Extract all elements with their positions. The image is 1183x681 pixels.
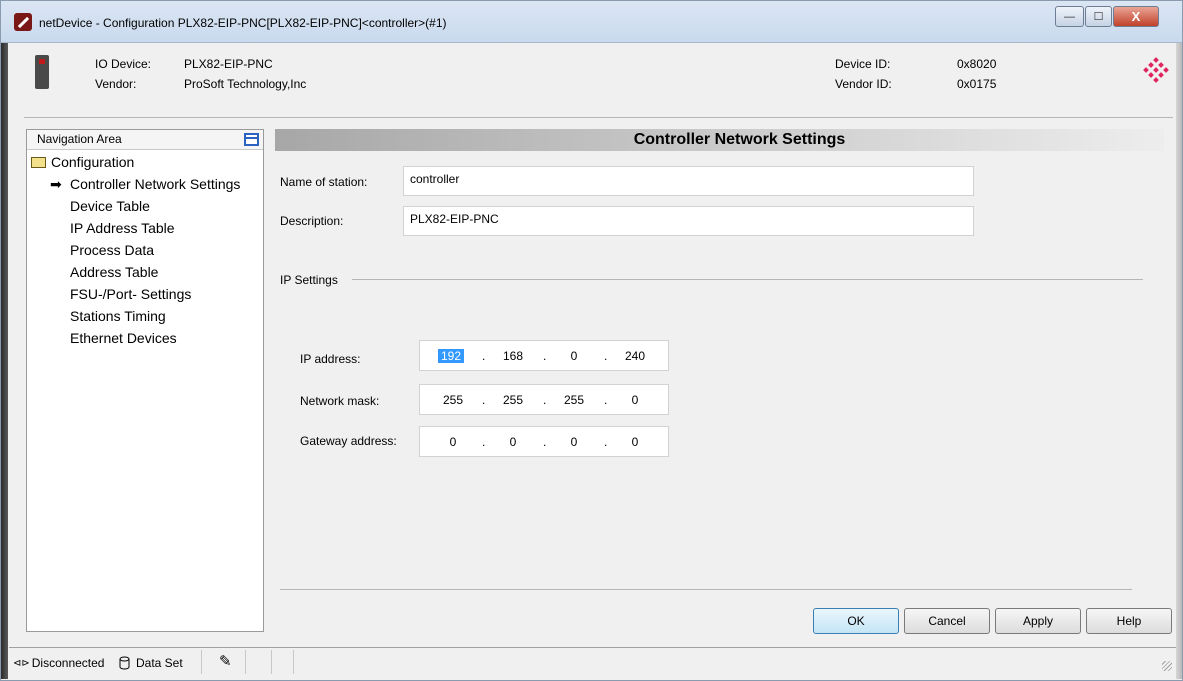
octet-dot: . [543,435,547,449]
gateway-octet[interactable]: 0 [498,435,528,449]
tree-item-ethernet-devices[interactable]: Ethernet Devices [70,330,177,346]
octet-dot: . [482,349,486,363]
header-divider [24,117,1173,118]
status-divider [271,650,272,674]
client-area: IO Device: PLX82-EIP-PNC Vendor: ProSoft… [9,43,1176,679]
octet-dot: . [543,393,547,407]
navigation-header: Navigation Area [27,130,263,150]
navigation-area: Navigation Area Configuration ➡ Controll… [26,129,264,632]
selected-arrow-icon: ➡ [50,176,62,192]
gateway-octet[interactable]: 0 [438,435,468,449]
tree-item-process-data[interactable]: Process Data [70,242,154,258]
tree-root-label: Configuration [51,154,135,170]
app-wrench-icon[interactable] [14,13,32,31]
vendor-id-value: 0x0175 [957,77,997,91]
name-of-station-input[interactable]: controller [403,166,974,196]
ok-button[interactable]: OK [813,608,899,634]
vendor-id-label: Vendor ID: [835,77,892,91]
gateway-octet[interactable]: 0 [559,435,589,449]
octet-dot: . [482,393,486,407]
tree-item-device-table[interactable]: Device Table [70,198,150,214]
ip-settings-group-label: IP Settings [280,273,338,287]
status-divider [201,650,202,674]
device-thumbnail-icon [35,55,49,89]
ip-octet[interactable]: 240 [620,349,650,363]
status-divider [245,650,246,674]
octet-dot: . [543,349,547,363]
resize-grip-icon[interactable] [1162,661,1172,671]
buttons-divider [280,589,1132,590]
mask-octet[interactable]: 255 [498,393,528,407]
network-mask-label: Network mask: [300,394,380,408]
vendor-label: Vendor: [95,77,137,91]
ip-settings-group-line [352,279,1143,280]
description-label: Description: [280,214,344,228]
octet-dot: . [604,349,608,363]
tree-item-stations-timing[interactable]: Stations Timing [70,308,166,324]
folder-icon [31,156,46,168]
octet-dot: . [604,435,608,449]
window-toggle-icon[interactable] [244,133,259,146]
status-bar: ⊲⊳ Disconnected Data Set ✎ [9,647,1176,675]
title-bar[interactable]: netDevice - Configuration PLX82-EIP-PNC[… [1,1,1182,43]
connection-icon: ⊲⊳ [13,657,30,669]
ip-octet[interactable]: 168 [498,349,528,363]
mask-octet[interactable]: 255 [438,393,468,407]
ip-octet[interactable]: 192 [438,349,464,363]
status-divider [293,650,294,674]
mask-octet[interactable]: 0 [620,393,650,407]
vendor-logo-icon [1143,57,1169,83]
ip-address-input[interactable]: 192 . 168 . 0 . 240 [419,340,669,371]
tree-item-address-table[interactable]: Address Table [70,264,158,280]
network-mask-input[interactable]: 255 . 255 . 255 . 0 [419,384,669,415]
gateway-address-label: Gateway address: [300,434,397,448]
maximize-button[interactable]: ☐ [1085,6,1112,27]
mask-octet[interactable]: 255 [559,393,589,407]
navigation-title: Navigation Area [37,132,122,146]
window-title: netDevice - Configuration PLX82-EIP-PNC[… [39,16,447,30]
device-id-label: Device ID: [835,57,891,71]
tree-item-fsu-port-settings[interactable]: FSU-/Port- Settings [70,286,191,302]
window-left-edge [1,43,8,679]
cancel-button[interactable]: Cancel [904,608,990,634]
connection-status-text: Disconnected [31,656,105,670]
io-device-label: IO Device: [95,57,152,71]
device-id-value: 0x8020 [957,57,997,71]
application-window: netDevice - Configuration PLX82-EIP-PNC[… [0,0,1183,681]
octet-dot: . [604,393,608,407]
window-right-edge [1175,43,1182,679]
description-input[interactable]: PLX82-EIP-PNC [403,206,974,236]
gateway-address-input[interactable]: 0 . 0 . 0 . 0 [419,426,669,457]
tree-item-controller-network-settings[interactable]: Controller Network Settings [70,176,240,192]
database-icon [119,656,130,670]
apply-button[interactable]: Apply [995,608,1081,634]
tree-item-ip-address-table[interactable]: IP Address Table [70,220,175,236]
panel-title: Controller Network Settings [275,129,1164,151]
minimize-button[interactable]: — [1055,6,1084,27]
close-button[interactable]: X [1113,6,1159,27]
ip-octet[interactable]: 0 [559,349,589,363]
tree-root-configuration[interactable]: Configuration [31,154,134,170]
octet-dot: . [482,435,486,449]
data-set-status: Data Set [119,656,183,670]
help-button[interactable]: Help [1086,608,1172,634]
ip-address-label: IP address: [300,352,361,366]
io-device-value: PLX82-EIP-PNC [184,57,273,71]
connection-status: ⊲⊳ Disconnected [13,656,104,670]
edit-pen-icon: ✎ [219,653,232,670]
vendor-value: ProSoft Technology,Inc [184,77,307,91]
name-of-station-label: Name of station: [280,175,368,189]
device-header: IO Device: PLX82-EIP-PNC Vendor: ProSoft… [9,43,1176,121]
data-set-text: Data Set [136,656,183,670]
gateway-octet[interactable]: 0 [620,435,650,449]
